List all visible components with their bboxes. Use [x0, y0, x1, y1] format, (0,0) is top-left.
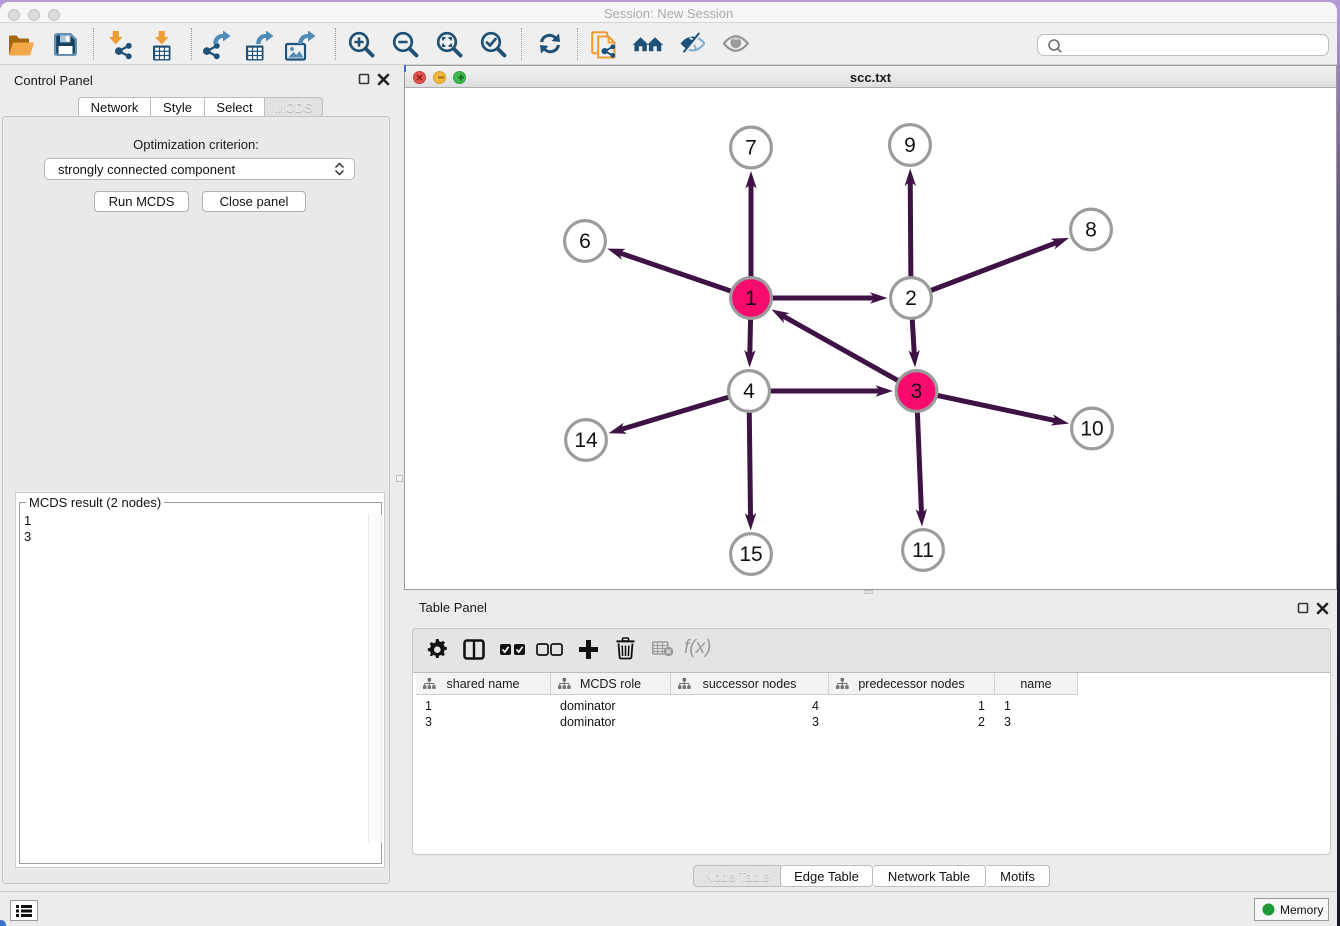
svg-text:6: 6 [579, 230, 591, 253]
svg-text:14: 14 [574, 429, 598, 452]
svg-text:10: 10 [1080, 418, 1103, 441]
svg-text:1: 1 [745, 287, 757, 310]
svg-text:2: 2 [905, 287, 917, 310]
svg-text:8: 8 [1085, 219, 1097, 242]
svg-text:4: 4 [743, 380, 755, 403]
svg-text:7: 7 [745, 137, 757, 160]
svg-text:15: 15 [739, 543, 762, 566]
svg-text:9: 9 [904, 134, 916, 157]
svg-text:f(x): f(x) [684, 637, 711, 658]
svg-text:11: 11 [912, 539, 934, 562]
svg-text:3: 3 [911, 380, 923, 403]
